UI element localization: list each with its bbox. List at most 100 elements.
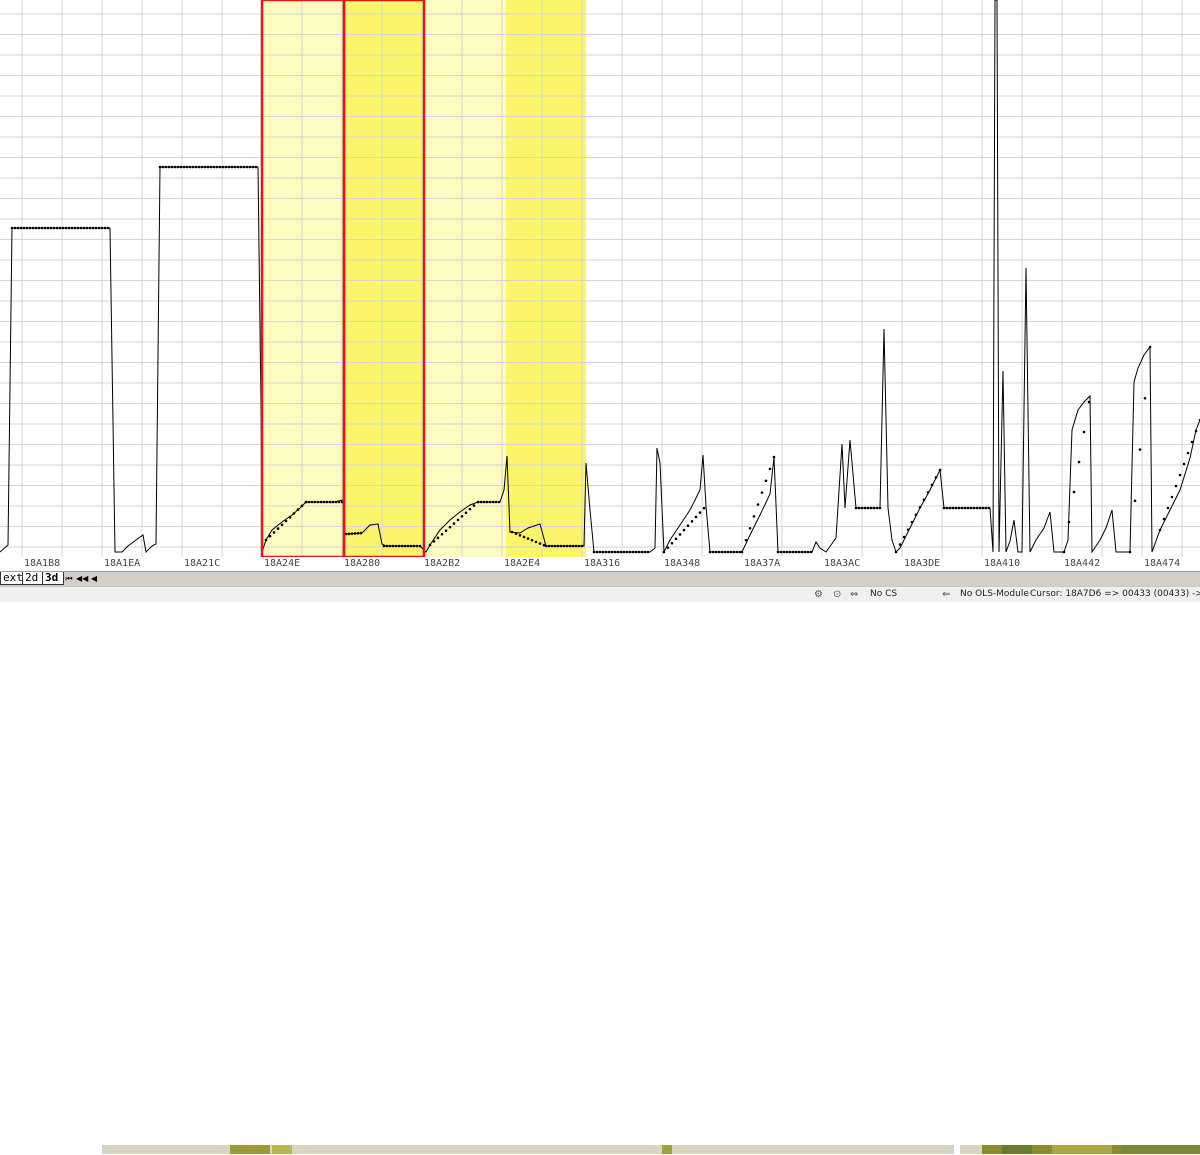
sample-dot <box>670 541 674 545</box>
sample-dot <box>176 165 180 169</box>
sample-dot <box>809 550 813 554</box>
x-tick-label: 18A410 <box>984 558 1021 569</box>
sample-dot <box>875 506 879 510</box>
sample-dot <box>52 226 56 230</box>
sample-dot <box>194 165 198 169</box>
overview-scrollbar[interactable] <box>102 1144 1200 1155</box>
sample-dot <box>1067 520 1071 524</box>
nav-first-icon[interactable]: ⏮ <box>64 573 74 584</box>
sample-dot <box>268 534 272 538</box>
sample-dot <box>981 506 985 510</box>
sample-dot <box>164 165 168 169</box>
sample-dot <box>82 226 86 230</box>
sample-dot <box>646 550 650 554</box>
sample-dot <box>634 550 638 554</box>
sample-dot <box>598 550 602 554</box>
sample-dot <box>637 550 641 554</box>
sample-dot <box>476 500 480 504</box>
sync-icon[interactable]: ⇔ <box>850 589 858 600</box>
x-tick-label: 18A3AC <box>824 558 861 569</box>
sample-dot <box>242 165 246 169</box>
sample-dot <box>491 500 495 504</box>
sample-dot <box>328 500 332 504</box>
sample-dot <box>779 550 783 554</box>
sample-dot <box>440 532 444 536</box>
sample-dot <box>978 506 982 510</box>
sample-dot <box>708 550 712 554</box>
sample-dot <box>428 543 432 547</box>
sample-dot <box>601 550 605 554</box>
signal-plot-area[interactable] <box>0 0 1200 557</box>
target-icon[interactable]: ⊙ <box>833 589 841 600</box>
sample-dot <box>464 511 468 515</box>
sample-dot <box>744 538 748 542</box>
overview-thumb <box>954 1145 960 1154</box>
sample-dot <box>690 520 694 523</box>
sample-dot <box>550 544 554 548</box>
x-tick-label: 18A2E4 <box>504 558 541 569</box>
sample-dot <box>43 226 47 230</box>
overview-segment <box>1122 1145 1200 1154</box>
sample-dot <box>25 226 29 230</box>
nav-prev-icon[interactable]: ◀ <box>89 573 99 584</box>
tab-3d[interactable]: 3d <box>42 572 64 585</box>
overview-segment <box>272 1145 292 1154</box>
sample-dot <box>49 226 53 230</box>
sample-dot <box>894 550 898 554</box>
sample-dot <box>969 506 973 510</box>
sample-dot <box>930 483 934 487</box>
sample-dot <box>752 515 756 518</box>
sample-dot <box>616 550 620 554</box>
sample-dot <box>64 226 68 230</box>
settings-icon[interactable]: ⚙ <box>814 589 823 600</box>
x-tick-label: 18A348 <box>664 558 701 569</box>
sample-dot <box>185 165 189 169</box>
sample-dot <box>28 226 32 230</box>
sample-dot <box>19 226 23 230</box>
sample-dot <box>954 506 958 510</box>
sample-dot <box>723 550 727 554</box>
sample-dot <box>610 550 614 554</box>
sample-dot <box>914 513 918 517</box>
sample-dot <box>248 165 252 169</box>
sample-dot <box>942 506 946 510</box>
sample-dot <box>280 523 284 527</box>
sample-dot <box>1087 400 1091 404</box>
sample-dot <box>1138 448 1142 451</box>
sample-dot <box>863 506 867 510</box>
sample-dot <box>79 226 83 230</box>
sample-dot <box>58 226 62 230</box>
sample-dot <box>522 535 526 539</box>
overview-segment <box>1002 1145 1032 1154</box>
sample-dot <box>957 506 961 510</box>
sample-dot <box>951 506 955 510</box>
sample-dot <box>559 544 563 548</box>
nav-prev-fast-icon[interactable]: ◀◀ <box>76 573 88 584</box>
sample-dot <box>415 544 419 548</box>
sample-dot <box>926 491 930 494</box>
sample-dot <box>382 544 386 548</box>
tab-2d[interactable]: 2d <box>22 572 44 585</box>
sample-dot <box>966 506 970 510</box>
sample-dot <box>643 550 647 554</box>
sample-dot <box>46 226 50 230</box>
sample-dot <box>918 505 922 509</box>
sample-dot <box>794 550 798 554</box>
signal-plot-svg[interactable] <box>0 0 1200 557</box>
status-bar: ⚙ ⊙ ⇔ No CS ⇐ No OLS-Module Cursor: 18A7… <box>0 586 1200 602</box>
sample-dot <box>418 544 422 548</box>
sample-dot <box>686 524 690 528</box>
sample-dot <box>292 512 296 515</box>
sample-dot <box>756 503 760 506</box>
sample-dot <box>400 544 404 548</box>
sample-dot <box>666 546 670 549</box>
sample-dot <box>288 515 292 519</box>
sample-dot <box>300 504 304 508</box>
sample-dot <box>91 226 95 230</box>
sample-dot <box>359 531 363 535</box>
sample-dot <box>97 226 101 230</box>
sample-dot <box>963 506 967 510</box>
sample-dot <box>409 544 413 548</box>
sample-dot <box>337 500 341 504</box>
sample-dot <box>224 165 228 169</box>
